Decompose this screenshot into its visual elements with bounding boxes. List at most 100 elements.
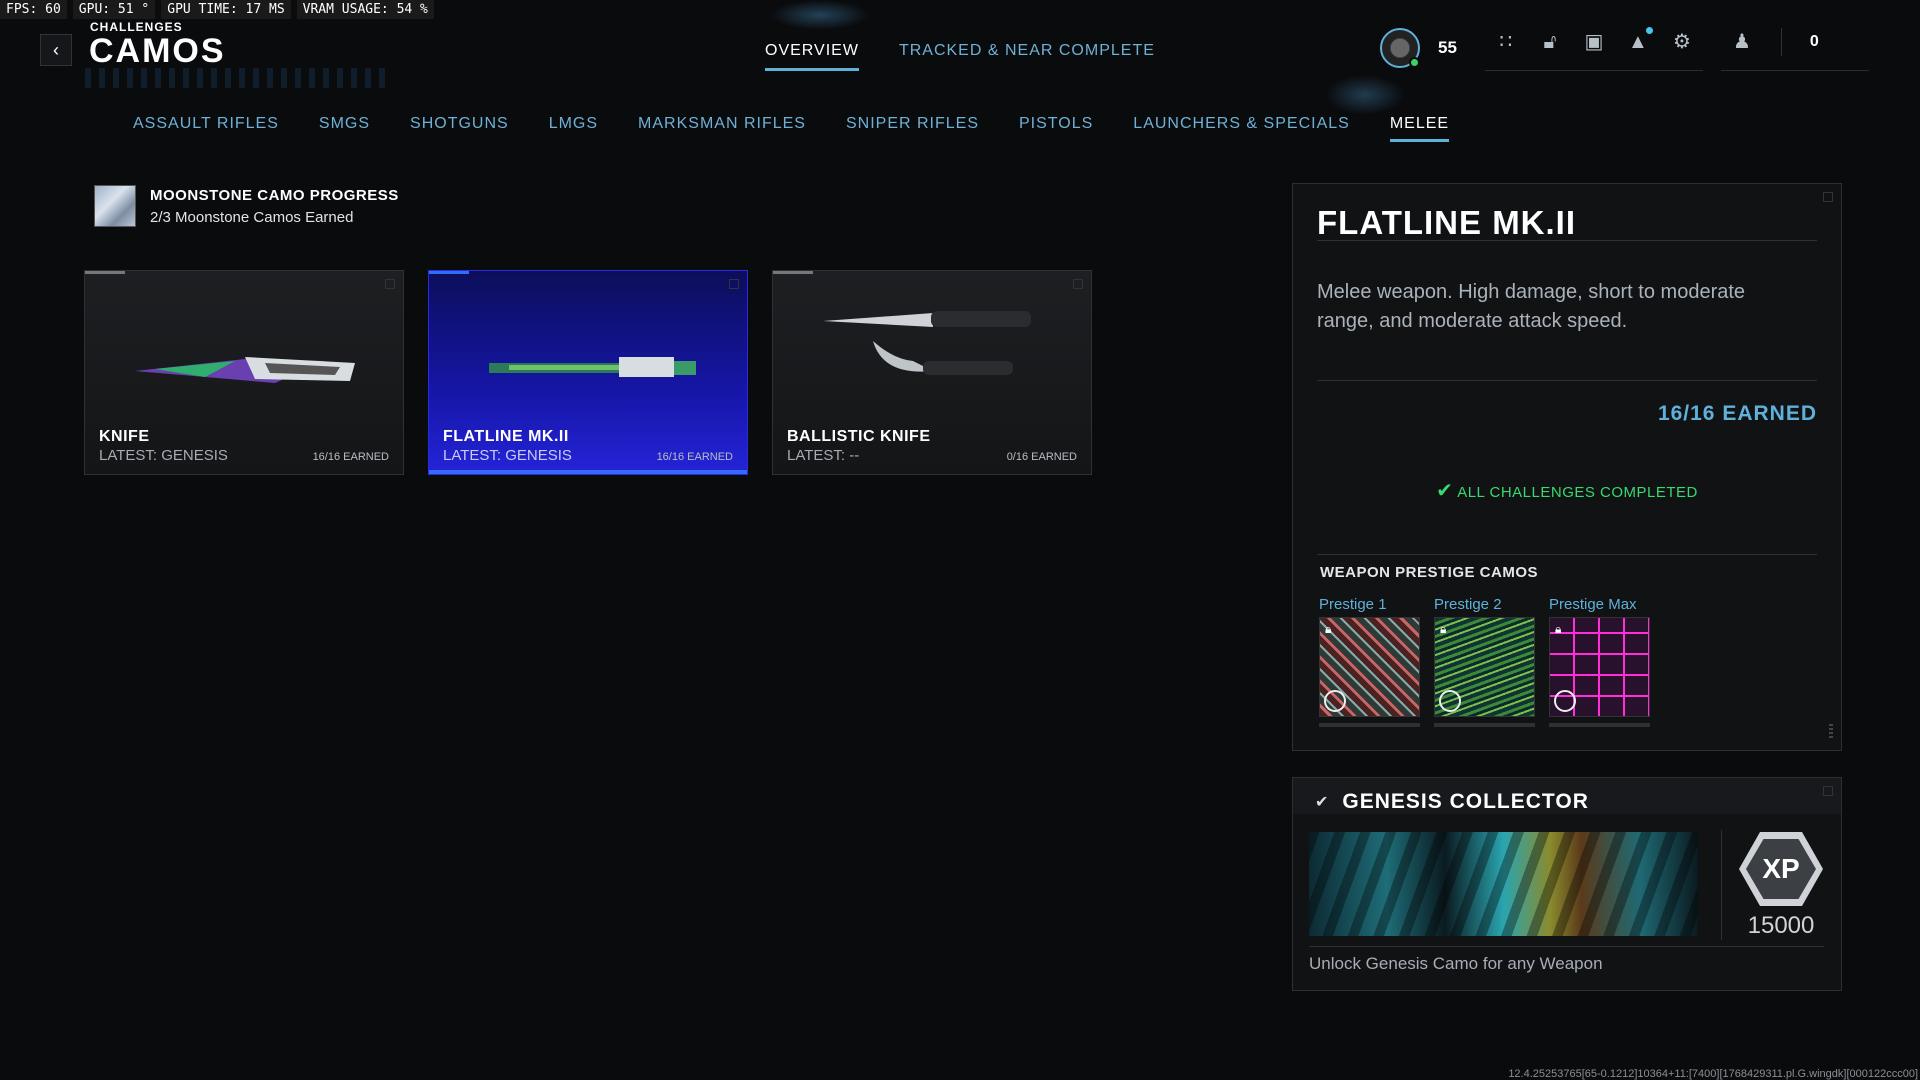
- reward-description: Unlock Genesis Camo for any Weapon: [1309, 954, 1603, 973]
- scroll-handle[interactable]: [1829, 724, 1833, 740]
- prestige-camo-list: Prestige 1 🔒︎ Prestige 2 🔒︎ Prestige Max…: [1319, 596, 1650, 727]
- hud-icon-group: ∷ 🔓︎ ▣ ▲ ⚙: [1484, 25, 1703, 71]
- tab-lmgs[interactable]: LMGS: [549, 115, 598, 142]
- lock-open-icon[interactable]: 🔓︎: [1539, 31, 1561, 53]
- tab-smgs[interactable]: SMGS: [319, 115, 370, 142]
- ballistic-knife-icon: [823, 311, 1031, 375]
- lock-icon: 🔒︎: [1325, 622, 1332, 636]
- reward-header: ✔ GENESIS COLLECTOR: [1315, 790, 1589, 814]
- gear-icon[interactable]: ⚙: [1671, 31, 1693, 53]
- weapon-detail-title: FLATLINE MK.II: [1317, 204, 1577, 241]
- tab-sniper-rifles[interactable]: SNIPER RIFLES: [846, 115, 979, 142]
- bell-icon[interactable]: ▲: [1627, 26, 1653, 53]
- prestige-camo-tile: 🔒︎: [1319, 617, 1420, 717]
- online-status-dot: [1409, 57, 1420, 68]
- weapon-name: KNIFE: [99, 428, 150, 445]
- divider: [1721, 830, 1722, 940]
- vram-readout: VRAM USAGE: 54 %: [296, 0, 434, 19]
- card-top-accent: [773, 271, 813, 274]
- tab-shotguns[interactable]: SHOTGUNS: [410, 115, 509, 142]
- reward-panel: ✔ GENESIS COLLECTOR XP 15000 Unlock Gene…: [1292, 777, 1842, 991]
- weapon-latest-camo: LATEST: GENESIS: [443, 447, 572, 464]
- prestige-camo-2[interactable]: Prestige 2 🔒︎: [1434, 596, 1535, 727]
- tab-tracked[interactable]: TRACKED & NEAR COMPLETE: [899, 42, 1155, 71]
- weapon-detail-earned: 16/16 EARNED: [1657, 402, 1817, 425]
- avatar[interactable]: [1380, 28, 1420, 68]
- chevron-left-icon: ‹: [53, 39, 59, 60]
- weapon-earned-count: 16/16 EARNED: [312, 451, 389, 463]
- player-level: 55: [1438, 38, 1457, 57]
- tab-assault-rifles[interactable]: ASSAULT RIFLES: [133, 115, 279, 142]
- prestige-camo-tile: 🔒︎: [1434, 617, 1535, 717]
- xp-value: 15000: [1747, 912, 1815, 939]
- corner-mark: [1823, 786, 1833, 796]
- divider: [1317, 240, 1817, 241]
- moonstone-subtitle: 2/3 Moonstone Camos Earned: [150, 208, 354, 226]
- lock-icon: 🔒︎: [1440, 622, 1447, 636]
- prestige-camo-max[interactable]: Prestige Max 🔒︎: [1549, 596, 1650, 727]
- prestige-camos-header: WEAPON PRESTIGE CAMOS: [1320, 564, 1539, 581]
- weapon-latest-camo: LATEST: --: [787, 447, 860, 464]
- gpu-temp-readout: GPU: 51 °: [72, 0, 156, 19]
- corner-mark: [1823, 192, 1833, 202]
- flatline-knife-icon: [489, 357, 696, 377]
- xp-icon: XP: [1735, 830, 1827, 908]
- moonstone-progress: MOONSTONE CAMO PROGRESS 2/3 Moonstone Ca…: [94, 185, 399, 227]
- grid-icon[interactable]: ∷: [1495, 31, 1517, 53]
- prestige-progress-bar: [1434, 723, 1535, 727]
- gpu-time-readout: GPU TIME: 17 MS: [161, 0, 291, 19]
- weapon-latest-camo: LATEST: GENESIS: [99, 447, 228, 464]
- weapon-card-ballistic-knife[interactable]: BALLISTIC KNIFE LATEST: -- 0/16 EARNED: [772, 270, 1092, 475]
- category-glow: [1325, 75, 1405, 115]
- checkmark-icon: ✔: [1436, 480, 1454, 502]
- tab-melee[interactable]: MELEE: [1389, 115, 1450, 142]
- corner-mark: [1073, 279, 1083, 289]
- tab-pistols[interactable]: PISTOLS: [1019, 115, 1093, 142]
- tab-marksman-rifles[interactable]: MARKSMAN RIFLES: [638, 115, 806, 142]
- build-version: 12.4.25253765[65-0.1212]10364+11:[7400][…: [1508, 1068, 1918, 1080]
- selected-indicator: [429, 470, 747, 474]
- weapon-card-flatline-mk2[interactable]: FLATLINE MK.II LATEST: GENESIS 16/16 EAR…: [428, 270, 748, 475]
- tab-glow: [770, 0, 870, 30]
- weapon-name: FLATLINE MK.II: [443, 428, 569, 445]
- weapon-detail-panel: FLATLINE MK.II Melee weapon. High damage…: [1292, 183, 1842, 751]
- hud-bar: 55 ∷ 🔓︎ ▣ ▲ ⚙ ♟ 0: [1380, 25, 1869, 71]
- weapon-card-list: KNIFE LATEST: GENESIS 16/16 EARNED FLATL…: [84, 270, 1092, 475]
- camera-icon[interactable]: ▣: [1583, 31, 1605, 53]
- checkmark-icon: ✔: [1315, 794, 1329, 811]
- unlock-progress-icon: [1324, 690, 1346, 712]
- unlock-progress-icon: [1554, 690, 1576, 712]
- challenges-status-text: ALL CHALLENGES COMPLETED: [1457, 484, 1698, 501]
- back-button[interactable]: ‹: [40, 34, 72, 66]
- unlock-progress-icon: [1439, 690, 1461, 712]
- card-top-accent: [429, 271, 469, 274]
- corner-mark: [385, 279, 395, 289]
- prestige-progress-bar: [1549, 723, 1650, 727]
- fps-readout: FPS: 60: [0, 0, 67, 19]
- category-tabs: ASSAULT RIFLES SMGS SHOTGUNS LMGS MARKSM…: [133, 115, 1450, 142]
- divider: [1317, 380, 1817, 381]
- tab-overview[interactable]: OVERVIEW: [765, 42, 859, 71]
- prestige-camo-tile: 🔒︎: [1549, 617, 1650, 717]
- card-top-accent: [85, 271, 125, 274]
- friends-count: 0: [1809, 32, 1819, 50]
- weapon-description: Melee weapon. High damage, short to mode…: [1317, 281, 1746, 332]
- weapon-card-knife[interactable]: KNIFE LATEST: GENESIS 16/16 EARNED: [84, 270, 404, 475]
- moonstone-camo-swatch: [94, 185, 136, 227]
- prestige-label: Prestige 2: [1434, 596, 1502, 613]
- moonstone-title: MOONSTONE CAMO PROGRESS: [150, 186, 399, 204]
- title-decoration: [85, 68, 385, 88]
- friends-icon[interactable]: ♟: [1731, 31, 1753, 53]
- tab-launchers-specials[interactable]: LAUNCHERS & SPECIALS: [1133, 115, 1350, 142]
- prestige-progress-bar: [1319, 723, 1420, 727]
- weapon-earned-count: 0/16 EARNED: [1006, 451, 1077, 463]
- reward-artwork: [1309, 832, 1698, 936]
- divider: [1309, 946, 1824, 947]
- prestige-label: Prestige Max: [1549, 596, 1637, 613]
- weapon-earned-count: 16/16 EARNED: [656, 451, 733, 463]
- challenges-status: ✔ ALL CHALLENGES COMPLETED: [1293, 478, 1841, 503]
- knife-icon: [135, 357, 355, 383]
- corner-mark: [729, 279, 739, 289]
- prestige-camo-1[interactable]: Prestige 1 🔒︎: [1319, 596, 1420, 727]
- page-title: CAMOS: [89, 32, 226, 70]
